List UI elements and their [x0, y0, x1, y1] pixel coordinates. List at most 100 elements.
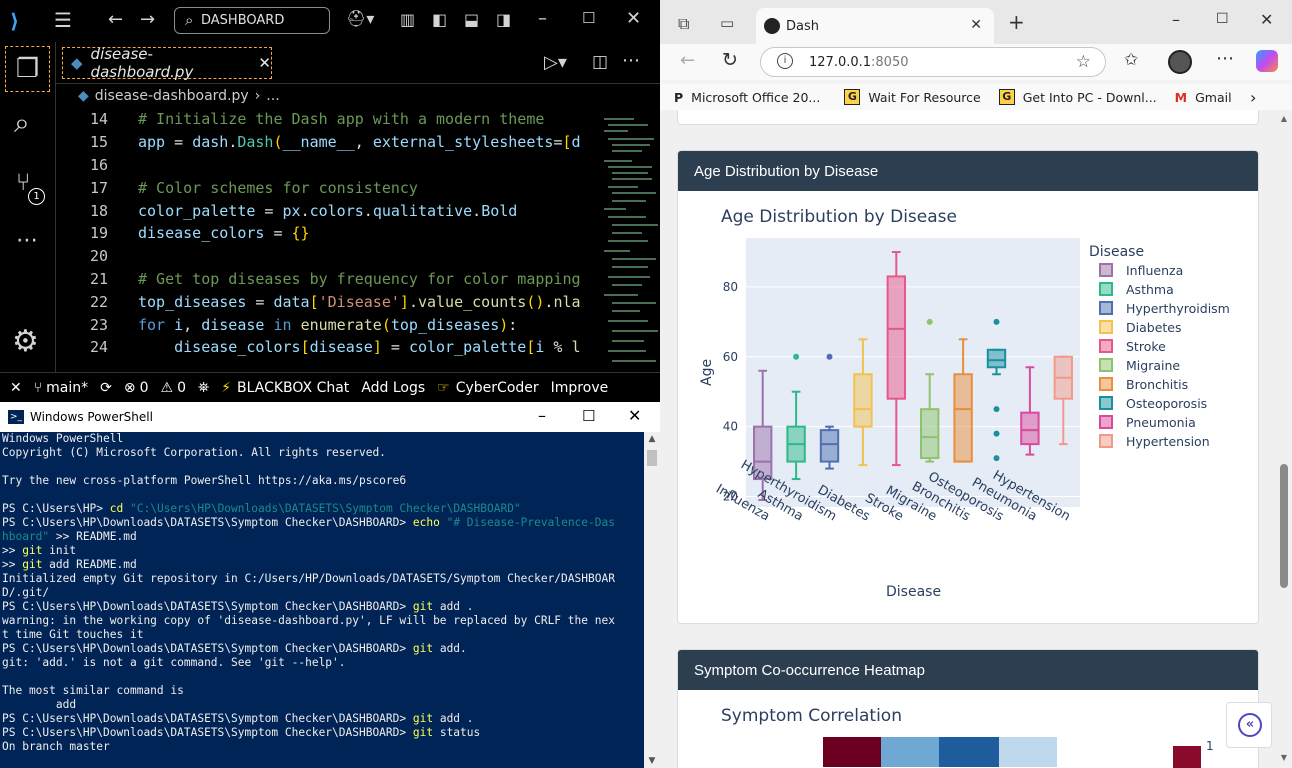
bookmark-gmail[interactable]: Gmail: [1195, 90, 1231, 105]
explorer-icon[interactable]: ❐: [5, 46, 50, 92]
improve-button[interactable]: Improve: [551, 380, 609, 396]
browser-minimize-icon[interactable]: –: [1172, 10, 1180, 29]
ps-minimize-icon[interactable]: –: [538, 406, 546, 425]
ps-scroll-up-icon[interactable]: ▲: [644, 434, 660, 444]
tab-actions-icon[interactable]: ▭: [720, 14, 734, 32]
ps-scroll-thumb[interactable]: [647, 450, 657, 466]
ps-close-icon[interactable]: ✕: [628, 406, 641, 425]
ps-scrollbar[interactable]: ▲ ▼: [644, 432, 660, 768]
favorites-icon[interactable]: ✩: [1124, 50, 1138, 70]
search-icon[interactable]: ⌕: [14, 106, 30, 140]
bookmark-get-into-pc[interactable]: Get Into PC - Downl...: [1023, 90, 1157, 105]
reload-icon[interactable]: ↻: [722, 49, 738, 71]
age-distribution-chart[interactable]: Age Distribution by Disease 20406080 Inf…: [678, 191, 1259, 623]
cybercoder-button[interactable]: CyberCoder: [456, 380, 539, 396]
legend-swatch: [1099, 377, 1113, 391]
code-line[interactable]: 16: [56, 154, 604, 177]
more-icon[interactable]: ⋯: [16, 228, 38, 253]
profile-avatar[interactable]: [1168, 50, 1192, 74]
site-info-icon[interactable]: i: [777, 53, 793, 69]
warning-count[interactable]: 0: [177, 380, 186, 396]
editor-tab-active[interactable]: ◆ disease-dashboard.py ✕: [62, 45, 272, 81]
console-line: git: 'add.' is not a git command. See 'g…: [2, 656, 346, 669]
line-content: # Color schemes for consistency: [138, 178, 418, 197]
browser-menu-icon[interactable]: ⋯: [1216, 48, 1234, 69]
code-line[interactable]: 14 # Initialize the Dash app with a moder…: [56, 108, 604, 131]
blackbox-chat-button[interactable]: BLACKBOX Chat: [237, 380, 349, 396]
code-line[interactable]: 18 color_palette = px.colors.qualitative.…: [56, 199, 604, 222]
extension-icon[interactable]: ⛯: [198, 380, 209, 396]
add-logs-button[interactable]: Add Logs: [361, 380, 425, 396]
branch-icon[interactable]: ⑂: [34, 380, 42, 396]
warnings-icon[interactable]: ⚠: [161, 380, 174, 396]
address-bar[interactable]: i 127.0.0.1 :8050 ☆: [760, 47, 1106, 77]
scroll-thumb[interactable]: [1280, 464, 1288, 588]
symptom-heatmap[interactable]: Symptom Correlation 1: [678, 690, 1259, 768]
scroll-down-icon[interactable]: ▼: [1276, 753, 1292, 762]
forward-arrow-icon[interactable]: →: [140, 9, 155, 30]
copilot-icon[interactable]: [1256, 50, 1278, 72]
minimap-graphic: [604, 118, 658, 362]
box-iqr: [886, 275, 906, 400]
breadcrumb-file[interactable]: disease-dashboard.py: [95, 88, 249, 104]
editor-more-icon[interactable]: ⋯: [622, 50, 640, 71]
tab-close-icon[interactable]: ✕: [258, 54, 271, 72]
browser-close-icon[interactable]: ✕: [1260, 10, 1273, 29]
bookmarks-overflow-icon[interactable]: ›: [1250, 88, 1256, 107]
box-outlier: [993, 430, 1000, 437]
browser-maximize-icon[interactable]: ☐: [1216, 11, 1229, 27]
browser-back-icon[interactable]: ←: [680, 50, 695, 71]
new-tab-icon[interactable]: +: [1008, 10, 1025, 34]
code-line[interactable]: 20: [56, 245, 604, 268]
branch-name[interactable]: main*: [46, 380, 88, 396]
code-line[interactable]: 23 for i, disease in enumerate(top_diseas…: [56, 313, 604, 336]
line-number: 18: [89, 201, 108, 220]
line-number: 22: [89, 292, 108, 311]
legend-item: Osteoporosis: [1126, 396, 1207, 411]
minimize-icon[interactable]: –: [538, 8, 547, 29]
powershell-console[interactable]: Windows PowerShell Copyright (C) Microsof…: [0, 432, 644, 768]
run-icon[interactable]: ▷▾: [544, 52, 567, 73]
toggle-panel-icon[interactable]: ⬓: [464, 10, 479, 29]
collapse-sidebar-button[interactable]: «: [1226, 702, 1272, 748]
errors-icon[interactable]: ⊗: [124, 380, 136, 396]
minimap[interactable]: [604, 108, 660, 372]
code-editor[interactable]: 14 # Initialize the Dash app with a moder…: [56, 108, 604, 372]
breadcrumb-more[interactable]: ...: [266, 88, 279, 104]
bookmark-wait-for-resource[interactable]: Wait For Resource: [868, 90, 980, 105]
ps-maximize-icon[interactable]: ☐: [582, 407, 595, 425]
code-line[interactable]: 24 disease_colors[disease] = color_palet…: [56, 336, 604, 359]
settings-gear-icon[interactable]: ⚙: [12, 324, 39, 359]
browser-tab-dash[interactable]: Dash ✕: [756, 8, 994, 44]
code-line[interactable]: 22 top_diseases = data['Disease'].value_c…: [56, 290, 604, 313]
workspaces-icon[interactable]: ⧉: [678, 14, 689, 34]
dash-page[interactable]: Age Distribution by Disease Age Distribu…: [660, 110, 1276, 768]
browser-tab-close-icon[interactable]: ✕: [970, 17, 982, 33]
command-center-search[interactable]: ⌕ DASHBOARD: [174, 7, 330, 34]
maximize-icon[interactable]: ☐: [582, 9, 595, 27]
toggle-sidebar-icon[interactable]: ◧: [432, 10, 447, 29]
ps-scroll-down-icon[interactable]: ▼: [644, 756, 660, 766]
console-line: On branch master: [2, 740, 110, 753]
code-line[interactable]: 21 # Get top diseases by frequency for co…: [56, 268, 604, 291]
browser-tab-strip: ⧉ ▭ Dash ✕ + – ☐ ✕: [660, 0, 1292, 44]
vscode-logo-icon: ⟩: [10, 9, 20, 33]
back-arrow-icon[interactable]: ←: [108, 9, 123, 30]
layout-customize-icon[interactable]: ▥: [400, 10, 415, 29]
sync-icon[interactable]: ⟳: [100, 380, 112, 396]
scroll-up-icon[interactable]: ▲: [1276, 114, 1292, 123]
code-line[interactable]: 17 # Color schemes for consistency: [56, 176, 604, 199]
error-count[interactable]: 0: [140, 380, 149, 396]
activity-bar: ❐ ⌕ ⑂ 1 ⋯ ⚙: [0, 42, 56, 372]
code-line[interactable]: 15 app = dash.Dash(__name__, external_sty…: [56, 131, 604, 154]
browser-scrollbar[interactable]: ▲ ▼: [1276, 110, 1292, 768]
bookmark-office[interactable]: Microsoft Office 20...: [691, 90, 820, 105]
toggle-secondary-sidebar-icon[interactable]: ◨: [496, 10, 511, 29]
remote-icon[interactable]: ✕: [10, 380, 22, 396]
close-icon[interactable]: ✕: [626, 8, 641, 29]
menu-icon[interactable]: ☰: [54, 8, 72, 32]
split-editor-icon[interactable]: ◫: [592, 52, 608, 72]
copilot-icon[interactable]: ⛑▾: [346, 9, 374, 28]
code-line[interactable]: 19 disease_colors = {}: [56, 222, 604, 245]
favorite-star-icon[interactable]: ☆: [1076, 52, 1091, 72]
